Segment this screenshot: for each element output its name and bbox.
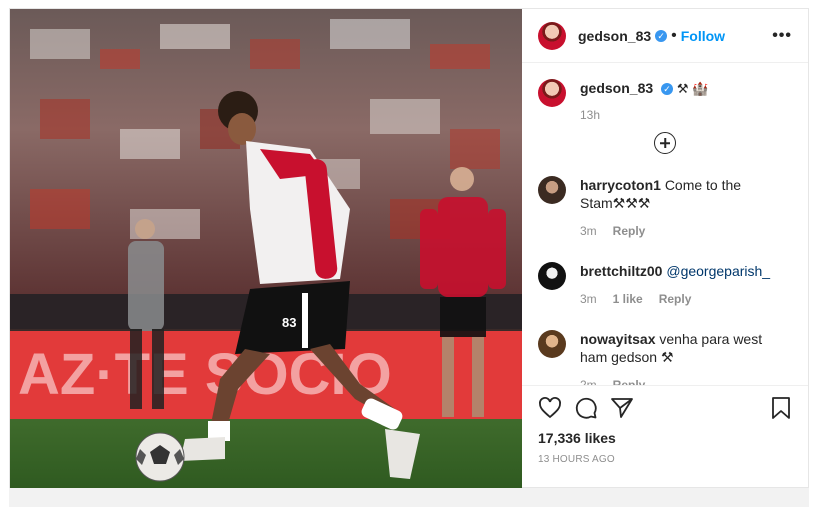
comment-icon[interactable] — [574, 396, 598, 420]
comment-list: harrycoton1 Come to the Stam⚒⚒⚒ 3m Reply — [538, 176, 792, 385]
comment-time: 3m — [580, 292, 597, 306]
likes-count[interactable]: 17,336 likes — [538, 430, 792, 446]
separator-dot: • — [671, 26, 677, 44]
comment-item: harrycoton1 Come to the Stam⚒⚒⚒ 3m Reply — [538, 176, 792, 240]
post-sidebar: gedson_83 ✓ • Follow ••• gedson_83 ✓ ⚒ 🏰… — [522, 9, 808, 489]
post-timestamp: 13 HOURS AGO — [538, 454, 615, 465]
comment-time: 2m — [580, 378, 597, 385]
author-username[interactable]: gedson_83 — [578, 28, 651, 44]
commenter-avatar[interactable] — [538, 262, 566, 290]
commenter-avatar[interactable] — [538, 176, 566, 204]
more-options-icon[interactable]: ••• — [772, 27, 792, 45]
verified-badge-icon: ✓ — [655, 29, 668, 42]
caption-username[interactable]: gedson_83 — [580, 80, 653, 96]
caption-time: 13h — [580, 108, 601, 122]
share-icon[interactable] — [610, 396, 634, 420]
post-actions: 17,336 likes 13 HOURS AGO — [522, 385, 808, 489]
comment-username[interactable]: nowayitsax — [580, 331, 655, 347]
add-comment-bar — [9, 488, 809, 507]
caption-text: ⚒ 🏰 — [676, 81, 709, 96]
load-more-comments-icon[interactable] — [654, 132, 676, 154]
caption-avatar[interactable] — [538, 79, 566, 107]
instagram-post: AZ·TE SÓCIO 83 gedson_83 ✓ • Follow ••• … — [9, 8, 809, 489]
football-training-photo: AZ·TE SÓCIO 83 — [10, 9, 522, 489]
comment-username[interactable]: brettchiltz00 — [580, 263, 662, 279]
verified-badge-icon: ✓ — [661, 83, 674, 96]
comment-time: 3m — [580, 224, 597, 238]
comment-mention-link[interactable]: @georgeparish_ — [666, 263, 770, 279]
author-avatar[interactable] — [538, 21, 566, 50]
comment-username[interactable]: harrycoton1 — [580, 177, 661, 193]
comments-section: gedson_83 ✓ ⚒ 🏰 13h harrycoton1 Come to … — [522, 63, 808, 385]
comment-item: nowayitsax venha para west ham gedson ⚒ … — [538, 330, 792, 385]
football — [135, 432, 185, 482]
post-photo[interactable]: AZ·TE SÓCIO 83 — [10, 9, 522, 489]
post-caption: gedson_83 ✓ ⚒ 🏰 13h — [538, 79, 792, 124]
reply-button[interactable]: Reply — [613, 376, 646, 385]
comment-item: brettchiltz00 @georgeparish_ 3m 1 like R… — [538, 262, 792, 308]
commenter-avatar[interactable] — [538, 330, 566, 358]
svg-text:83: 83 — [282, 315, 296, 330]
reply-button[interactable]: Reply — [613, 222, 646, 240]
bookmark-icon[interactable] — [770, 396, 792, 420]
heart-icon[interactable] — [538, 396, 562, 420]
comment-likes[interactable]: 1 like — [613, 290, 643, 308]
post-header: gedson_83 ✓ • Follow ••• — [522, 9, 808, 63]
reply-button[interactable]: Reply — [659, 290, 692, 308]
follow-button[interactable]: Follow — [681, 28, 725, 44]
